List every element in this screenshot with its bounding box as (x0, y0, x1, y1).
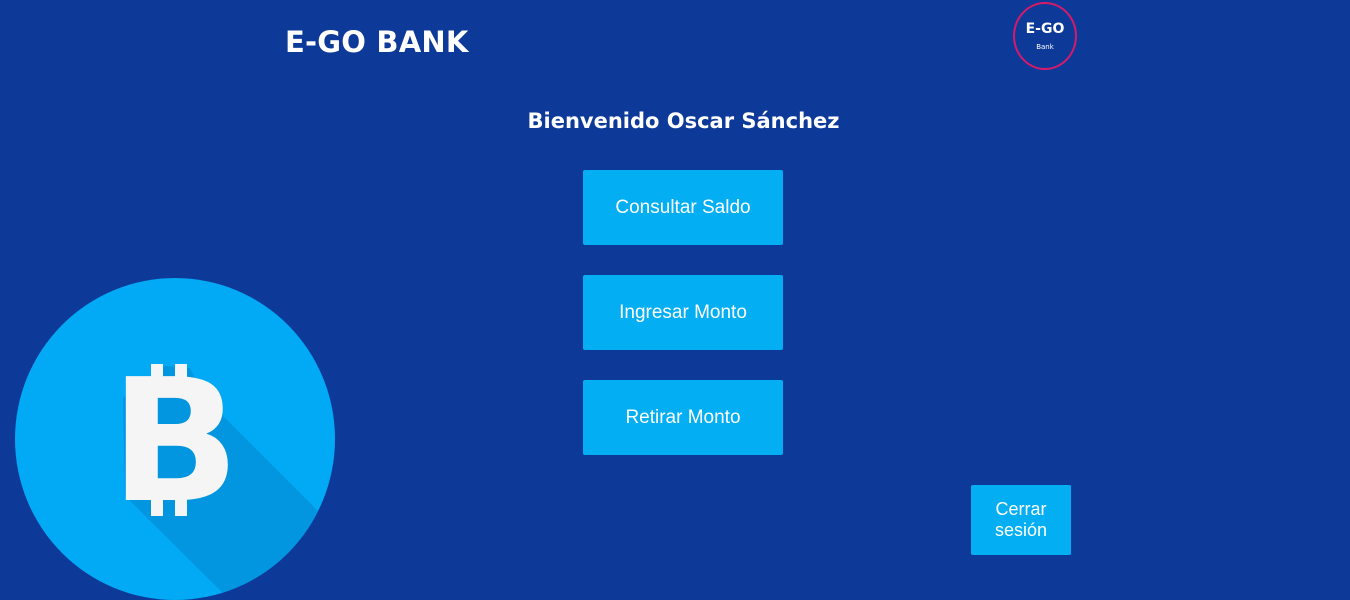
bitcoin-icon: B (15, 278, 335, 600)
bitcoin-stroke-top-left (151, 364, 163, 386)
bank-logo: E-GO Bank (1013, 2, 1077, 70)
deposit-amount-button[interactable]: Ingresar Monto (583, 275, 783, 350)
logo-main-text: E-GO (1025, 21, 1065, 37)
logo-sub-text: Bank (1036, 43, 1054, 51)
bitcoin-stroke-top-right (175, 364, 187, 386)
welcome-heading: Bienvenido Oscar Sánchez (527, 109, 840, 133)
withdraw-amount-button[interactable]: Retirar Monto (583, 380, 783, 455)
bitcoin-stroke-bottom-right (175, 494, 187, 516)
page: E-GO BANK E-GO Bank Bienvenido Oscar Sán… (0, 0, 1350, 600)
logout-button[interactable]: Cerrar sesión (971, 485, 1071, 555)
bitcoin-stroke-bottom-left (151, 494, 163, 516)
check-balance-button[interactable]: Consultar Saldo (583, 170, 783, 245)
brand-title: E-GO BANK (285, 25, 469, 59)
